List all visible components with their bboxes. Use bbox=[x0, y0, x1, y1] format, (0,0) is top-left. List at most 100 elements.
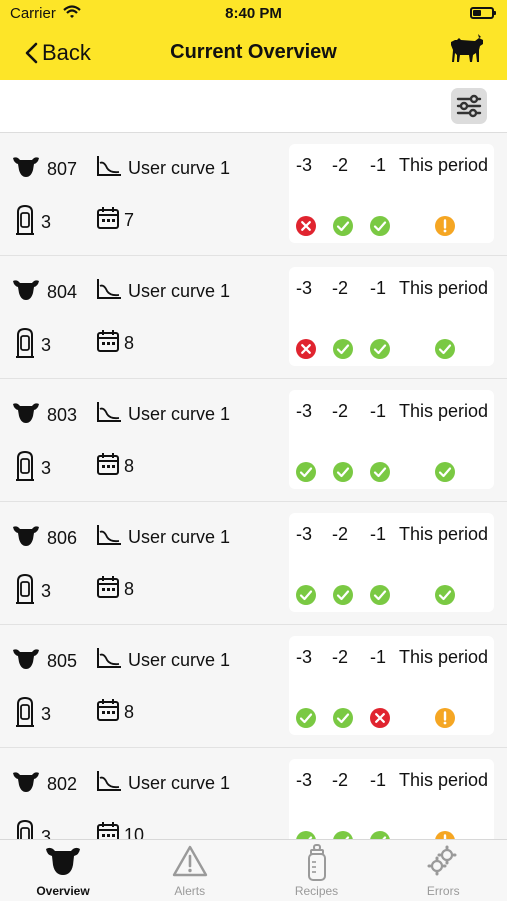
station-info: 3 bbox=[15, 204, 51, 241]
station-info: 3 bbox=[15, 327, 51, 364]
feeding-curve: User curve 1 bbox=[96, 524, 230, 551]
animal-number: 805 bbox=[47, 651, 78, 671]
tab-alerts[interactable]: Alerts bbox=[127, 840, 253, 901]
period-header: -1 bbox=[370, 278, 387, 298]
warning-circle-icon bbox=[435, 831, 455, 839]
station-info: 3 bbox=[15, 450, 51, 487]
station-number: 3 bbox=[41, 704, 52, 724]
feeding-station-icon bbox=[15, 204, 35, 241]
period-header: This period bbox=[399, 524, 489, 544]
tab-label: Recipes bbox=[294, 884, 339, 898]
animal-info: 805 bbox=[11, 647, 77, 676]
animal-row[interactable]: 805 User curve 1 3 8 -3 -2 -1 This period bbox=[0, 625, 507, 748]
calendar-icon bbox=[96, 821, 120, 839]
period-status-panel: -3 -2 -1 This period bbox=[289, 513, 494, 612]
period-status-panel: -3 -2 -1 This period bbox=[289, 390, 494, 489]
back-button[interactable]: Back bbox=[24, 40, 91, 66]
animal-list[interactable]: 807 User curve 1 3 7 -3 -2 -1 This period 804 Use… bbox=[0, 133, 507, 839]
period-header: -3 bbox=[296, 278, 313, 298]
feeding-station-icon bbox=[15, 450, 35, 487]
calendar-icon bbox=[96, 206, 120, 235]
curve-chart-icon bbox=[96, 155, 122, 182]
check-circle-icon bbox=[333, 831, 353, 839]
chevron-left-icon bbox=[25, 42, 38, 64]
animal-row[interactable]: 807 User curve 1 3 7 -3 -2 -1 This period bbox=[0, 133, 507, 256]
cow-head-icon bbox=[11, 647, 41, 676]
tab-bar: Overview Alerts Recipes Errors bbox=[0, 839, 507, 901]
period-status-panel: -3 -2 -1 This period bbox=[289, 267, 494, 366]
feeding-curve: User curve 1 bbox=[96, 278, 230, 305]
check-circle-icon bbox=[435, 585, 455, 605]
check-circle-icon bbox=[296, 708, 316, 728]
curve-name: User curve 1 bbox=[128, 158, 231, 178]
animal-info: 807 bbox=[11, 155, 77, 184]
tab-recipes[interactable]: Recipes bbox=[254, 840, 380, 901]
station-number: 3 bbox=[41, 827, 52, 839]
days-value: 8 bbox=[124, 702, 135, 722]
animal-number: 803 bbox=[47, 405, 78, 425]
tab-errors[interactable]: Errors bbox=[380, 840, 506, 901]
animal-row[interactable]: 806 User curve 1 3 8 -3 -2 -1 This period bbox=[0, 502, 507, 625]
feeding-curve: User curve 1 bbox=[96, 647, 230, 674]
tab-overview[interactable]: Overview bbox=[0, 840, 126, 901]
calendar-icon bbox=[96, 452, 120, 481]
period-header: -2 bbox=[332, 401, 349, 421]
feeding-station-icon bbox=[15, 327, 35, 364]
error-circle-icon bbox=[296, 216, 316, 236]
cow-head-icon bbox=[11, 401, 41, 430]
station-number: 3 bbox=[41, 335, 52, 355]
animal-row[interactable]: 803 User curve 1 3 8 -3 -2 -1 This period bbox=[0, 379, 507, 502]
period-status-panel: -3 -2 -1 This period bbox=[289, 144, 494, 243]
period-status-panel: -3 -2 -1 This period bbox=[289, 636, 494, 735]
period-header: -3 bbox=[296, 770, 313, 790]
days-info: 10 bbox=[96, 821, 144, 839]
check-circle-icon bbox=[333, 462, 353, 482]
feeding-curve: User curve 1 bbox=[96, 770, 230, 797]
warning-circle-icon bbox=[435, 216, 455, 236]
feeding-station-icon bbox=[15, 696, 35, 733]
animal-number: 807 bbox=[47, 159, 78, 179]
station-info: 3 bbox=[15, 696, 51, 733]
days-info: 8 bbox=[96, 575, 134, 604]
warning-circle-icon bbox=[435, 708, 455, 728]
animal-number: 806 bbox=[47, 528, 78, 548]
curve-chart-icon bbox=[96, 647, 122, 674]
period-header: -3 bbox=[296, 401, 313, 421]
period-header: -1 bbox=[370, 524, 387, 544]
curve-name: User curve 1 bbox=[128, 281, 231, 301]
animal-number: 802 bbox=[47, 774, 78, 794]
period-header: -3 bbox=[296, 155, 313, 175]
tab-label: Errors bbox=[426, 884, 460, 898]
feeding-station-icon bbox=[15, 573, 35, 610]
check-circle-icon bbox=[370, 831, 390, 839]
navigation-bar: Back Current Overview bbox=[0, 28, 507, 80]
animal-row[interactable]: 802 User curve 1 3 10 -3 -2 -1 This period bbox=[0, 748, 507, 839]
curve-name: User curve 1 bbox=[128, 773, 231, 793]
period-header: -2 bbox=[332, 155, 349, 175]
check-circle-icon bbox=[333, 708, 353, 728]
period-header: -2 bbox=[332, 770, 349, 790]
cow-head-icon bbox=[11, 155, 41, 184]
period-header: -1 bbox=[370, 770, 387, 790]
animal-row[interactable]: 804 User curve 1 3 8 -3 -2 -1 This period bbox=[0, 256, 507, 379]
status-bar: Carrier 8:40 PM bbox=[0, 0, 507, 28]
filter-button[interactable] bbox=[451, 88, 487, 124]
curve-name: User curve 1 bbox=[128, 650, 231, 670]
check-circle-icon bbox=[370, 462, 390, 482]
tab-label: Overview bbox=[36, 884, 90, 898]
check-circle-icon bbox=[333, 216, 353, 236]
cow-head-icon bbox=[11, 524, 41, 553]
animal-info: 803 bbox=[11, 401, 77, 430]
period-header: This period bbox=[399, 770, 489, 790]
calendar-icon bbox=[96, 698, 120, 727]
period-header: This period bbox=[399, 647, 489, 667]
period-header: -3 bbox=[296, 524, 313, 544]
station-info: 3 bbox=[15, 573, 51, 610]
curve-name: User curve 1 bbox=[128, 404, 231, 424]
check-circle-icon bbox=[296, 585, 316, 605]
toolbar bbox=[0, 80, 507, 133]
days-value: 7 bbox=[124, 210, 135, 230]
check-circle-icon bbox=[296, 462, 316, 482]
cow-head-icon bbox=[11, 770, 41, 799]
days-info: 8 bbox=[96, 329, 134, 358]
